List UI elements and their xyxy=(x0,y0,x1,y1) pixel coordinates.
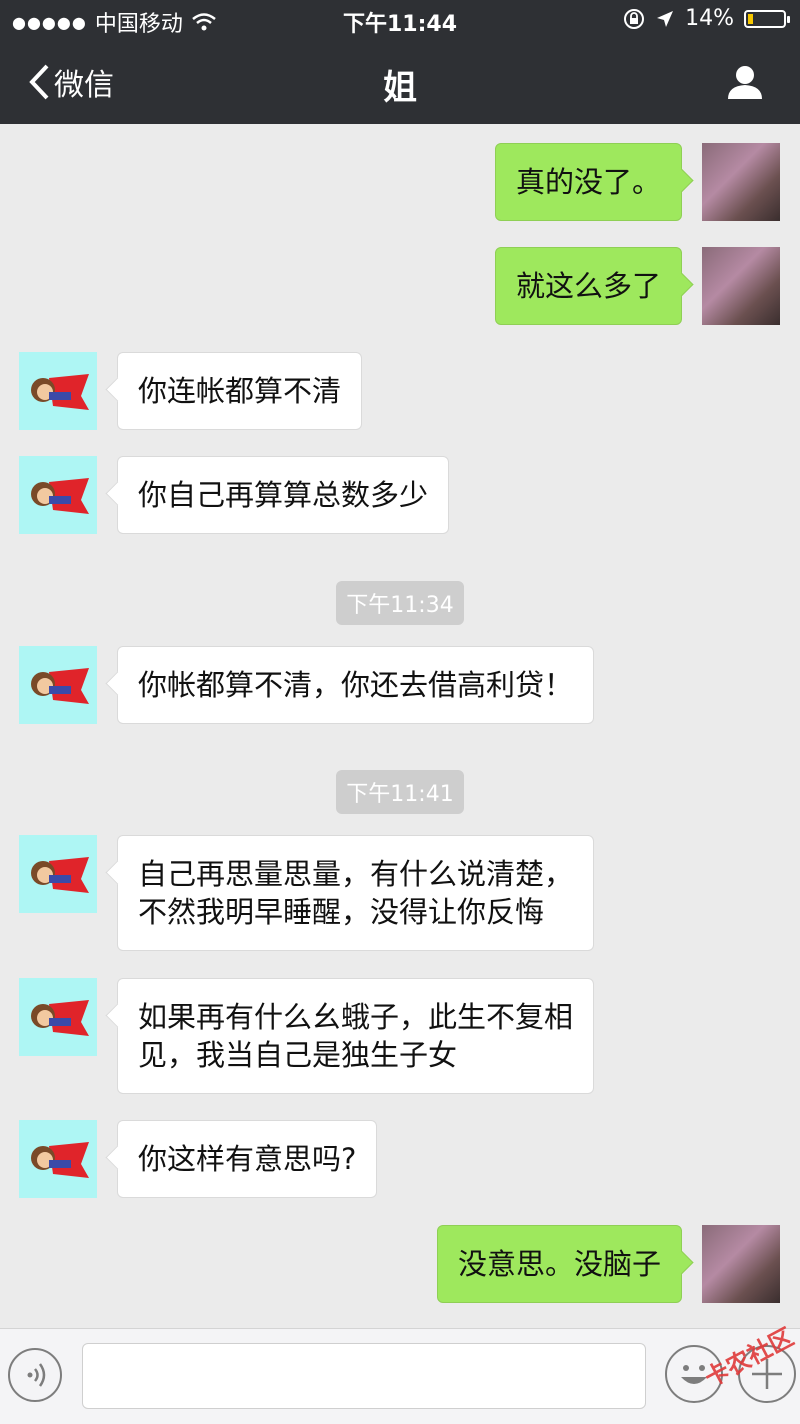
message-row: 就这么多了 xyxy=(494,247,780,325)
received-message[interactable]: 你这样有意思吗? xyxy=(117,1120,378,1198)
rotation-lock-icon xyxy=(624,8,645,29)
battery-percent: 14% xyxy=(685,6,734,31)
cartoon-avatar-icon xyxy=(31,374,89,410)
my-avatar[interactable] xyxy=(702,1225,780,1303)
status-right: 14% xyxy=(623,6,790,31)
contact-avatar[interactable] xyxy=(19,352,97,430)
my-avatar[interactable] xyxy=(702,247,780,325)
status-bar: ●●●●● 中国移动 下午11:44 14% xyxy=(0,0,800,40)
cartoon-avatar-icon xyxy=(31,1142,89,1178)
received-message[interactable]: 如果再有什么幺蛾子，此生不复相 见，我当自己是独生子女 xyxy=(117,978,595,1094)
voice-icon xyxy=(27,1363,46,1387)
message-row: 你自己再算算总数多少 xyxy=(19,456,450,534)
chat-title: 姐 xyxy=(383,68,417,108)
contact-avatar[interactable] xyxy=(19,456,97,534)
sent-message[interactable]: 就这么多了 xyxy=(494,247,682,325)
sent-message[interactable]: 真的没了。 xyxy=(494,143,682,221)
chat-area[interactable]: 真的没了。 就这么多了 你连帐都算不清 你自己再算算总数多少 下午11:34 你… xyxy=(0,124,800,1328)
battery-fill xyxy=(748,13,753,24)
contact-avatar[interactable] xyxy=(19,835,97,913)
message-row: 自己再思量思量，有什么说清楚， 不然我明早睡醒，没得让你反悔 xyxy=(19,835,595,951)
received-message[interactable]: 你帐都算不清，你还去借高利贷！ xyxy=(117,646,595,724)
nav-bar: 微信 姐 xyxy=(0,40,800,124)
profile-button[interactable] xyxy=(726,64,764,104)
cartoon-avatar-icon xyxy=(31,857,89,893)
cartoon-avatar-icon xyxy=(31,478,89,514)
message-row: 你连帐都算不清 xyxy=(19,352,363,430)
cartoon-avatar-icon xyxy=(31,668,89,704)
received-message[interactable]: 你自己再算算总数多少 xyxy=(117,456,450,534)
received-message[interactable]: 你连帐都算不清 xyxy=(117,352,363,430)
message-row: 你帐都算不清，你还去借高利贷！ xyxy=(19,646,595,724)
my-avatar[interactable] xyxy=(702,143,780,221)
location-icon xyxy=(657,10,674,27)
message-row: 如果再有什么幺蛾子，此生不复相 见，我当自己是独生子女 xyxy=(19,978,595,1094)
time-divider: 下午11:41 xyxy=(0,770,800,814)
message-row: 真的没了。 xyxy=(494,143,780,221)
message-row: 你这样有意思吗? xyxy=(19,1120,378,1198)
cartoon-avatar-icon xyxy=(31,1000,89,1036)
contact-avatar[interactable] xyxy=(19,646,97,724)
time-divider-label: 下午11:41 xyxy=(336,770,464,814)
message-input[interactable] xyxy=(82,1343,646,1409)
top-bar: ●●●●● 中国移动 下午11:44 14% 微信 姐 xyxy=(0,0,800,124)
battery-icon xyxy=(744,9,790,28)
sent-message[interactable]: 没意思。没脑子 xyxy=(436,1225,682,1303)
person-icon xyxy=(728,66,762,99)
contact-avatar[interactable] xyxy=(19,978,97,1056)
time-divider: 下午11:34 xyxy=(0,581,800,625)
message-row: 没意思。没脑子 xyxy=(436,1225,780,1303)
received-message[interactable]: 自己再思量思量，有什么说清楚， 不然我明早睡醒，没得让你反悔 xyxy=(117,835,595,951)
input-toolbar xyxy=(0,1328,800,1424)
voice-button[interactable] xyxy=(8,1348,62,1402)
contact-avatar[interactable] xyxy=(19,1120,97,1198)
time-divider-label: 下午11:34 xyxy=(336,581,464,625)
